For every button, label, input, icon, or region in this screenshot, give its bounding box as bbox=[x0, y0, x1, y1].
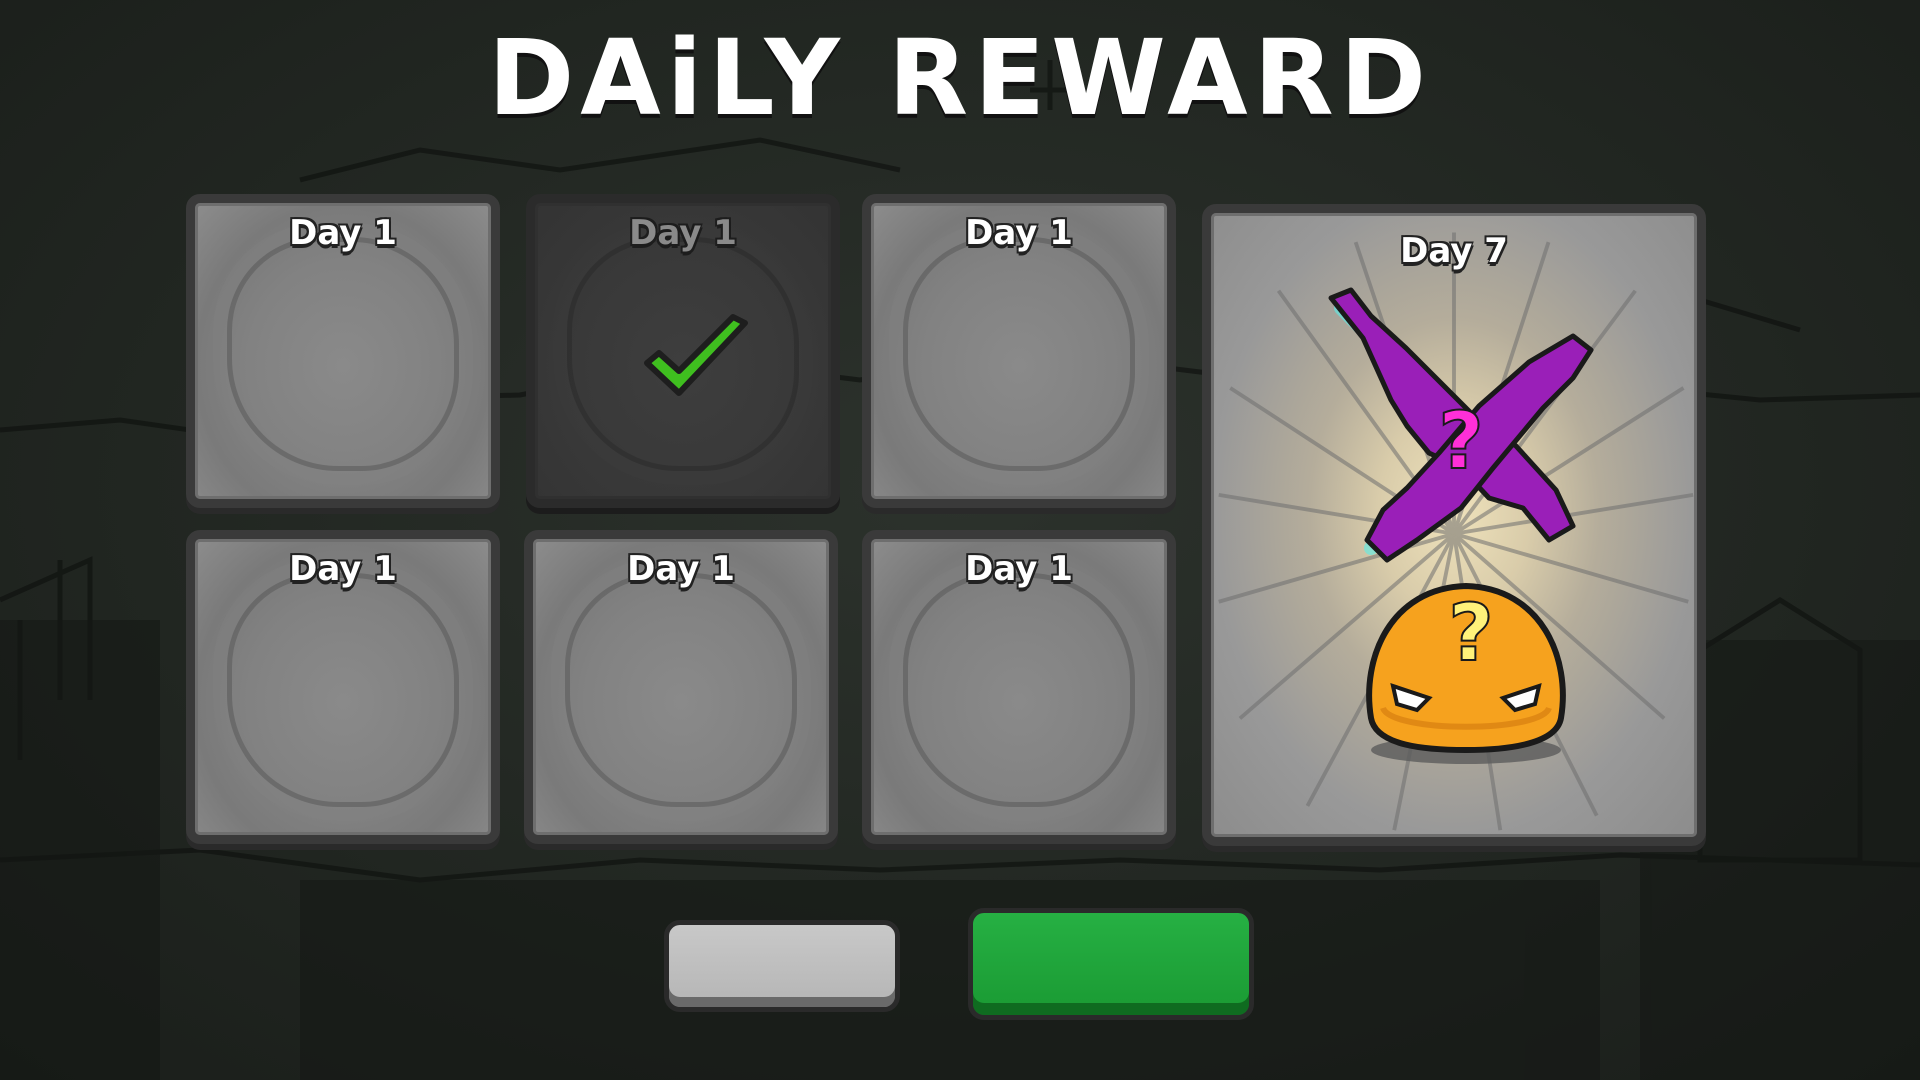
day-label: Day 1 bbox=[627, 549, 735, 589]
day-label: Day 1 bbox=[965, 213, 1073, 253]
mystery-character-icon: ? bbox=[1366, 582, 1566, 764]
reward-card-day-7[interactable]: Day 7 ? ? bbox=[1202, 204, 1706, 846]
day-label: Day 1 bbox=[289, 213, 397, 253]
secondary-button[interactable] bbox=[664, 920, 900, 1012]
day-label: Day 1 bbox=[629, 213, 737, 253]
card-swirl-decoration bbox=[565, 573, 797, 807]
day-label: Day 7 bbox=[1400, 231, 1508, 271]
svg-text:?: ? bbox=[1438, 397, 1483, 487]
mystery-weapon-icon: ? bbox=[1328, 287, 1594, 563]
reward-card-day-1[interactable]: Day 1 bbox=[186, 194, 500, 508]
daily-reward-screen: DAiLY REWARD Day 1 Day 1 Day 1 Day 1 Day… bbox=[0, 0, 1920, 1080]
page-title: DAiLY REWARD bbox=[487, 17, 1433, 139]
svg-text:?: ? bbox=[1448, 589, 1493, 679]
reward-card-day-5[interactable]: Day 1 bbox=[524, 530, 838, 844]
reward-card-day-3[interactable]: Day 1 bbox=[862, 194, 1176, 508]
card-swirl-decoration bbox=[903, 573, 1135, 807]
card-swirl-decoration bbox=[227, 237, 459, 471]
reward-card-day-4[interactable]: Day 1 bbox=[186, 530, 500, 844]
card-swirl-decoration bbox=[903, 237, 1135, 471]
reward-card-claimed: Day 1 bbox=[526, 194, 840, 508]
reward-card-day-6[interactable]: Day 1 bbox=[862, 530, 1176, 844]
claim-button[interactable] bbox=[968, 908, 1254, 1020]
checkmark-icon bbox=[644, 314, 748, 396]
card-swirl-decoration bbox=[227, 573, 459, 807]
day-label: Day 1 bbox=[289, 549, 397, 589]
day-label: Day 1 bbox=[965, 549, 1073, 589]
